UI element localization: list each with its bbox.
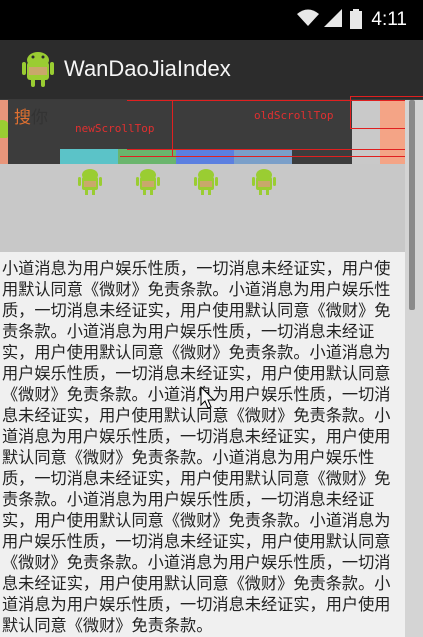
guide-line-old xyxy=(350,96,423,97)
status-bar: 4:11 xyxy=(0,0,423,40)
tab-bar-cyan[interactable] xyxy=(60,149,118,164)
app-title: WanDaoJiaIndex xyxy=(64,56,231,81)
search-box-label[interactable]: 搜你 xyxy=(14,103,48,128)
clock: 4:11 xyxy=(371,9,407,30)
android-icon[interactable] xyxy=(78,168,102,200)
right-block xyxy=(352,100,410,164)
search-text: 你 xyxy=(31,108,48,128)
mouse-cursor-icon xyxy=(200,385,216,414)
android-icon[interactable] xyxy=(194,168,218,200)
guide-line-low xyxy=(127,149,423,150)
action-bar: WanDaoJiaIndex xyxy=(0,40,423,100)
guide-line-vert-2 xyxy=(350,97,351,128)
wifi-icon xyxy=(297,9,319,31)
old-scroll-top-label: oldScrollTop xyxy=(254,109,334,122)
signal-icon xyxy=(324,9,342,31)
new-scroll-top-label: newScrollTop xyxy=(75,122,155,135)
android-icon xyxy=(0,120,10,148)
search-char: 搜 xyxy=(14,108,31,128)
article-text: 小道消息为用户娱乐性质，一切消息未经证实，用户使用默认同意《微财》免责条款。小道… xyxy=(2,259,391,635)
android-icon[interactable] xyxy=(136,168,160,200)
guide-line-vert-1 xyxy=(172,100,173,156)
scrollbar-thumb[interactable] xyxy=(409,100,415,310)
battery-icon xyxy=(350,9,362,33)
android-icon xyxy=(21,50,55,92)
guide-line-base xyxy=(172,156,423,157)
android-icon[interactable] xyxy=(252,168,276,200)
guide-line-new xyxy=(120,156,172,157)
